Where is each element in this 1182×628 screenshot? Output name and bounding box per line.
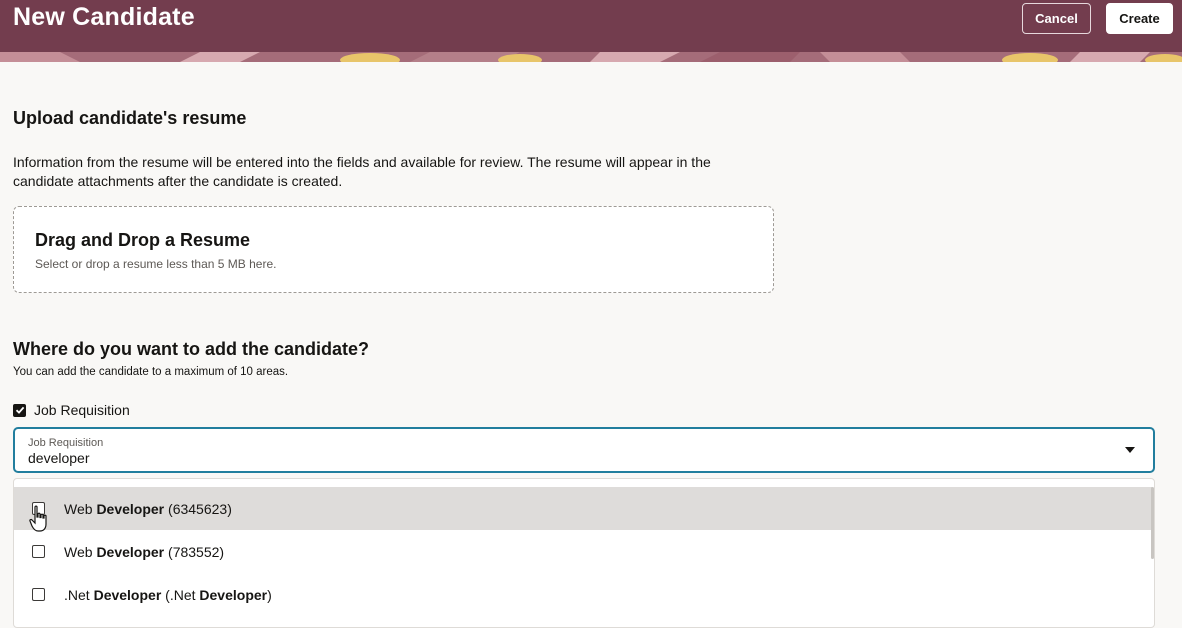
dropdown-scrollbar[interactable] — [1151, 487, 1154, 559]
option-web-developer-783552[interactable]: Web Developer (783552) — [14, 530, 1152, 573]
job-requisition-checkbox-row[interactable]: Job Requisition — [13, 402, 130, 418]
upload-section-title: Upload candidate's resume — [13, 108, 247, 128]
combobox-label: Job Requisition — [28, 437, 104, 449]
dropzone-title: Drag and Drop a Resume — [35, 230, 251, 250]
page-title: New Candidate — [13, 3, 195, 31]
caret-down-icon[interactable] — [1125, 447, 1135, 453]
job-requisition-checkbox-label: Job Requisition — [34, 402, 130, 418]
option-checkbox[interactable] — [32, 588, 45, 601]
option-label: .Net Developer (.Net Developer) — [64, 586, 272, 603]
job-requisition-checkbox[interactable] — [13, 403, 26, 417]
placement-section-title: Where do you want to add the candidate? — [13, 339, 370, 359]
option-checkbox[interactable] — [32, 545, 45, 558]
resume-dropzone[interactable]: Drag and Drop a Resume Select or drop a … — [13, 206, 774, 293]
hand-pointer-icon — [29, 505, 47, 532]
option-label: Web Developer (783552) — [64, 543, 225, 560]
option-net-developer[interactable]: .Net Developer (.Net Developer) — [14, 573, 1152, 616]
option-web-developer-6345623[interactable]: Web Developer (6345623) — [14, 487, 1152, 530]
placement-hint: You can add the candidate to a maximum o… — [13, 366, 289, 378]
upload-description: Information from the resume will be ente… — [13, 154, 711, 189]
checkmark-icon — [15, 406, 24, 414]
job-requisition-combobox[interactable]: Job Requisition developer — [13, 427, 1155, 473]
requisition-options-list: Web Developer (6345623) Web Developer (7… — [13, 478, 1155, 628]
cancel-button[interactable]: Cancel — [1022, 3, 1091, 34]
option-label: Web Developer (6345623) — [64, 500, 232, 517]
dropzone-hint: Select or drop a resume less than 5 MB h… — [35, 257, 277, 271]
combobox-input[interactable]: developer — [28, 450, 90, 466]
create-button[interactable]: Create — [1106, 3, 1173, 34]
page-header: New Candidate Cancel Create — [0, 0, 1182, 62]
